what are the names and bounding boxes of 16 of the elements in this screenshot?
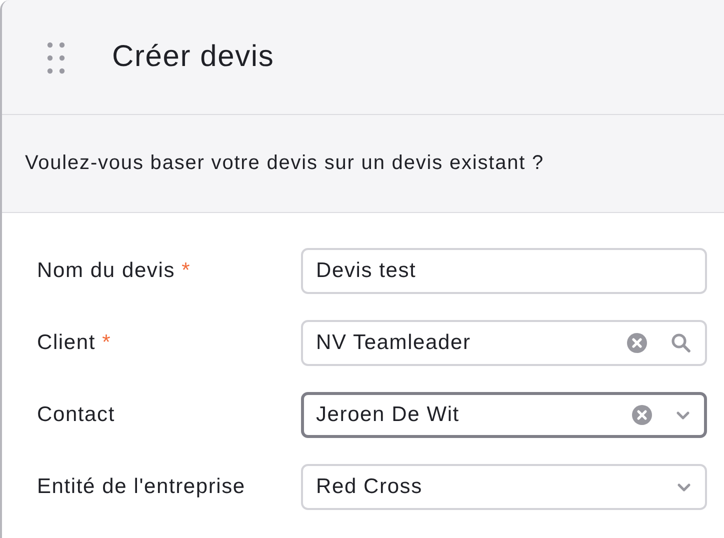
prompt-text: Voulez-vous baser votre devis sur un devis existant ? (25, 152, 544, 175)
clear-icon[interactable] (632, 405, 652, 425)
dropdown-field[interactable]: Red Cross (301, 464, 707, 510)
chevron-down-icon[interactable] (676, 410, 690, 420)
field-label: Nom du devis * (37, 259, 192, 283)
clear-icon[interactable] (627, 333, 647, 353)
dropdown-field[interactable]: Jeroen De Wit (301, 392, 707, 438)
field-label: Entité de l'entreprise (37, 475, 246, 499)
chevron-down-icon[interactable] (677, 482, 691, 492)
dialog-title: Créer devis (112, 40, 274, 74)
field-label: Client * (37, 331, 112, 355)
search-field[interactable]: NV Teamleader (301, 320, 707, 366)
text-field[interactable]: Devis test (301, 248, 707, 294)
field-label: Contact (37, 403, 116, 427)
search-icon[interactable] (671, 333, 691, 353)
drag-handle-icon[interactable] (47, 42, 65, 74)
